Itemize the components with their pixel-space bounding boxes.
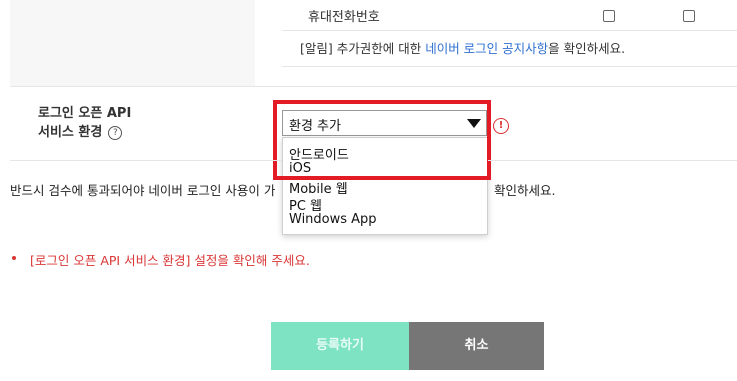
- service-env-label: 로그인 오픈 API 서비스 환경?: [38, 104, 131, 142]
- alert-icon: !: [493, 118, 509, 134]
- notice-suffix: 을 확인하세요.: [548, 41, 626, 56]
- permission-row-label: 휴대전화번호: [308, 10, 380, 25]
- option-windows-app[interactable]: Windows App: [289, 212, 377, 227]
- service-env-label-line2: 서비스 환경: [38, 125, 103, 140]
- highlight-box: [273, 100, 491, 180]
- error-message: [로그인 오픈 API 서비스 환경] 설정을 확인해 주세요.: [30, 253, 310, 268]
- service-env-label-line1: 로그인 오픈 API: [38, 106, 132, 121]
- cancel-button[interactable]: 취소: [409, 322, 544, 370]
- error-bullet: [12, 256, 16, 260]
- notice-link[interactable]: 네이버 로그인 공지사항: [425, 41, 548, 56]
- permission-checkbox-2[interactable]: [683, 10, 695, 22]
- notice-prefix: [알림] 추가권한에 대한: [300, 41, 426, 56]
- section-divider: [488, 160, 737, 161]
- review-notice-end: 확인하세요.: [494, 183, 556, 198]
- permission-notice: [알림] 추가권한에 대한 네이버 로그인 공지사항을 확인하세요.: [300, 38, 625, 57]
- section-divider: [10, 86, 737, 87]
- register-button[interactable]: 등록하기: [271, 322, 409, 370]
- section-divider: [10, 160, 282, 161]
- help-icon[interactable]: ?: [108, 125, 123, 140]
- label-column-shade: [10, 0, 255, 86]
- permission-checkbox-1[interactable]: [603, 10, 615, 22]
- divider: [282, 30, 737, 31]
- review-notice: 반드시 검수에 통과되어야 네이버 로그인 사용이 가: [10, 183, 276, 198]
- divider: [282, 66, 737, 67]
